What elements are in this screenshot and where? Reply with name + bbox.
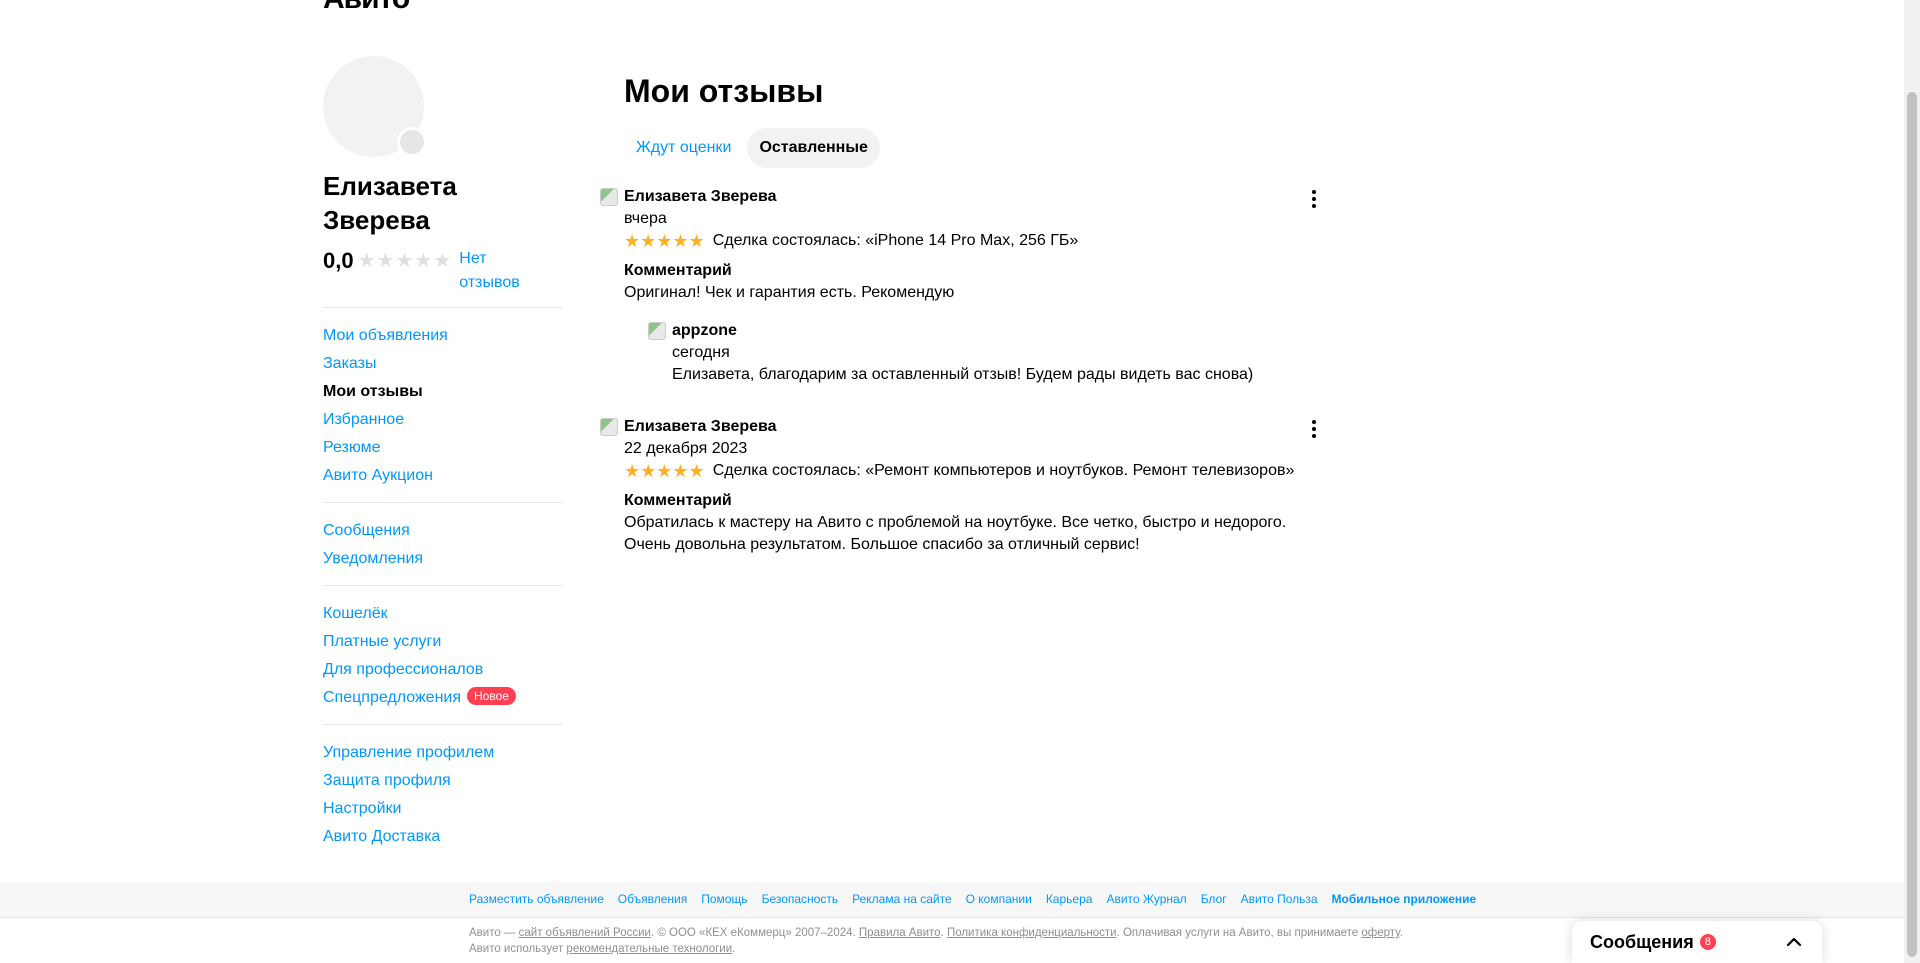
messenger-title: Сообщения xyxy=(1590,931,1694,952)
review-date: 22 декабря 2023 xyxy=(624,440,748,457)
sidebar-group-messages: Сообщения Уведомления xyxy=(323,517,563,573)
rating-stars: ★ ★ ★ ★ ★ xyxy=(358,249,452,273)
legal-link-rules[interactable]: Правила Авито xyxy=(859,927,941,939)
sidebar-group-main: Мои объявления Заказы Мои отзывы Избранн… xyxy=(323,322,563,490)
reviews-main: Мои отзывы Ждут оценки Оставленные Елиза… xyxy=(600,70,1320,556)
new-badge: Новое xyxy=(467,687,516,705)
sidebar-item-label: Спецпредложения xyxy=(323,689,461,706)
avatar[interactable] xyxy=(323,56,427,157)
footer-link-safety[interactable]: Безопасность xyxy=(762,892,839,906)
footer-link-career[interactable]: Карьера xyxy=(1046,892,1093,906)
page-scrollbar[interactable] xyxy=(1904,0,1920,963)
sidebar-item-notifications[interactable]: Уведомления xyxy=(323,545,563,573)
reviewer-avatar xyxy=(600,418,618,436)
sidebar-item-avito-delivery[interactable]: Авито Доставка xyxy=(323,823,563,851)
review-deal: ★★★★★ Сделка состоялась: «iPhone 14 Pro … xyxy=(624,230,1324,252)
footer-link-advertising[interactable]: Реклама на сайте xyxy=(852,892,952,906)
page-title: Мои отзывы xyxy=(624,73,824,109)
rating-value: 0,0 xyxy=(323,248,354,273)
sidebar-item-auction[interactable]: Авито Аукцион xyxy=(323,462,563,490)
legal-link-offer[interactable]: оферту xyxy=(1361,927,1399,939)
sidebar-item-my-ads[interactable]: Мои объявления xyxy=(323,322,563,350)
divider xyxy=(323,307,563,308)
avatar-status-dot xyxy=(397,127,427,157)
legal-link-recommendations[interactable]: рекомендательные технологии xyxy=(566,943,732,955)
more-options-icon[interactable] xyxy=(1308,190,1320,208)
star-empty-icon: ★ xyxy=(414,250,433,272)
comment-text-line: Обратилась к мастеру на Авито с проблемо… xyxy=(624,514,1287,531)
footer-link-ads[interactable]: Объявления xyxy=(618,892,687,906)
comment-text-line: Очень довольна результатом. Большое спас… xyxy=(624,536,1140,553)
deal-text[interactable]: Сделка состоялась: «iPhone 14 Pro Max, 2… xyxy=(713,230,1079,252)
divider xyxy=(323,724,563,725)
rating-stars-icon: ★★★★★ xyxy=(624,461,705,481)
tab-awaiting[interactable]: Ждут оценки xyxy=(624,128,743,168)
profile-name[interactable]: Елизавета Зверева xyxy=(323,169,503,237)
reviewer-name[interactable]: Елизавета Зверева xyxy=(624,416,1324,438)
reviewer-avatar xyxy=(600,188,618,206)
divider xyxy=(323,502,563,503)
divider xyxy=(323,585,563,586)
sidebar-item-paid-services[interactable]: Платные услуги xyxy=(323,628,563,656)
sidebar-item-for-professionals[interactable]: Для профессионалов xyxy=(323,656,563,684)
reviewer-name[interactable]: Елизавета Зверева xyxy=(624,186,1324,208)
sidebar-item-settings[interactable]: Настройки xyxy=(323,795,563,823)
seller-reply: appzone сегодня Елизавета, благодарим за… xyxy=(648,320,1324,386)
reply-date: сегодня xyxy=(672,344,730,361)
sidebar-item-wallet[interactable]: Кошелёк xyxy=(323,600,563,628)
review-item: Елизавета Зверева 22 декабря 2023 ★★★★★ … xyxy=(600,416,1320,556)
deal-text[interactable]: Сделка состоялась: «Ремонт компьютеров и… xyxy=(713,460,1295,482)
unread-count-badge: 8 xyxy=(1699,934,1716,950)
sidebar-item-profile-protection[interactable]: Защита профиля xyxy=(323,767,563,795)
footer-link-blog[interactable]: Блог xyxy=(1201,892,1227,906)
star-empty-icon: ★ xyxy=(376,250,395,272)
more-options-icon[interactable] xyxy=(1308,420,1320,438)
profile-sidebar: Елизавета Зверева 0,0 ★ ★ ★ ★ ★ Нет отзы… xyxy=(323,56,563,851)
tab-left[interactable]: Оставленные xyxy=(747,128,880,168)
star-empty-icon: ★ xyxy=(433,250,452,272)
review-deal: ★★★★★ Сделка состоялась: «Ремонт компьют… xyxy=(624,460,1324,482)
chevron-up-icon[interactable] xyxy=(1784,932,1804,952)
no-reviews-link[interactable]: Нет отзывов xyxy=(459,247,539,295)
legal-link-privacy[interactable]: Политика конфиденциальности xyxy=(947,927,1117,939)
seller-avatar xyxy=(648,322,666,340)
sidebar-item-resume[interactable]: Резюме xyxy=(323,434,563,462)
sidebar-item-orders[interactable]: Заказы xyxy=(323,350,563,378)
sidebar-group-settings: Управление профилем Защита профиля Настр… xyxy=(323,739,563,851)
footer-link-benefit[interactable]: Авито Польза xyxy=(1241,892,1318,906)
footer-links-bar: Разместить объявление Объявления Помощь … xyxy=(0,882,1904,918)
scrollbar-thumb[interactable] xyxy=(1907,92,1917,957)
sidebar-item-favorites[interactable]: Избранное xyxy=(323,406,563,434)
review-tabs: Ждут оценки Оставленные xyxy=(624,128,1320,168)
reply-text: Елизавета, благодарим за оставленный отз… xyxy=(672,366,1254,383)
comment-label: Комментарий xyxy=(624,262,732,279)
sidebar-item-my-reviews[interactable]: Мои отзывы xyxy=(323,378,563,406)
messenger-widget[interactable]: Сообщения 8 xyxy=(1572,921,1822,963)
sidebar-item-special-offers[interactable]: Спецпредложения Новое xyxy=(323,684,563,712)
star-empty-icon: ★ xyxy=(395,250,414,272)
rating-stars-icon: ★★★★★ xyxy=(624,231,705,251)
sidebar-group-services: Кошелёк Платные услуги Для профессионало… xyxy=(323,600,563,712)
comment-label: Комментарий xyxy=(624,492,732,509)
sidebar-item-messages[interactable]: Сообщения xyxy=(323,517,563,545)
seller-name[interactable]: appzone xyxy=(672,320,1324,342)
footer-link-journal[interactable]: Авито Журнал xyxy=(1106,892,1186,906)
footer-link-about[interactable]: О компании xyxy=(966,892,1032,906)
avito-logo[interactable]: Авито xyxy=(323,0,410,16)
footer-link-mobile-app[interactable]: Мобильное приложение xyxy=(1332,892,1477,906)
footer-link-help[interactable]: Помощь xyxy=(701,892,747,906)
review-item: Елизавета Зверева вчера ★★★★★ Сделка сос… xyxy=(600,186,1320,386)
sidebar-item-profile-management[interactable]: Управление профилем xyxy=(323,739,563,767)
review-date: вчера xyxy=(624,210,667,227)
footer-link-post-ad[interactable]: Разместить объявление xyxy=(469,892,604,906)
comment-text: Оригинал! Чек и гарантия есть. Рекоменду… xyxy=(624,284,955,301)
footer-legal: Авито — сайт объявлений России. © ООО «К… xyxy=(469,927,1403,955)
star-empty-icon: ★ xyxy=(357,250,376,272)
rating-row: 0,0 ★ ★ ★ ★ ★ Нет отзывов xyxy=(323,247,563,295)
legal-link-site[interactable]: сайт объявлений России xyxy=(519,927,651,939)
